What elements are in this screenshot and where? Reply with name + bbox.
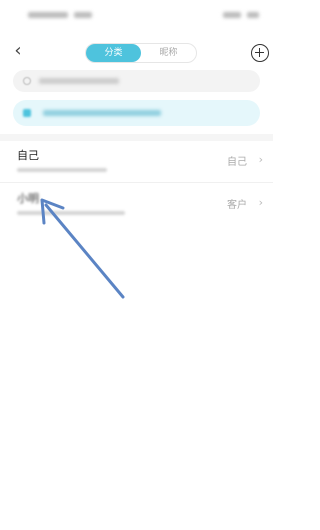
add-contact-button[interactable] [251,44,269,62]
back-button[interactable]: ‹ [8,40,28,62]
system-icons [223,11,259,20]
contact-subtitle [17,166,107,174]
chevron-right-icon: › [258,196,263,209]
nav-bar: ‹ 分类 昵称 [0,36,273,68]
segmented-control: 分类 昵称 [85,43,197,63]
notice-text [43,109,161,118]
section-divider [0,134,273,141]
chevron-left-icon: ‹ [14,40,22,61]
contact-name: 小明 [17,192,39,205]
carrier-info [28,11,92,20]
search-placeholder [39,77,119,86]
status-bar [0,0,273,30]
contact-row-self[interactable]: 自己 自己 › [0,141,273,183]
contact-subtitle [17,209,125,217]
contact-category-tag: 自己 [227,157,247,168]
contact-name: 自己 [17,149,39,162]
speaker-icon [23,109,31,117]
search-icon [23,77,31,85]
tab-category[interactable]: 分类 [86,44,141,62]
contact-row-xiaoming[interactable]: 小明 客户 › [0,184,273,226]
tab-nickname[interactable]: 昵称 [141,44,196,62]
chevron-right-icon: › [258,153,263,166]
search-input[interactable] [13,70,260,92]
notice-banner[interactable] [13,100,260,126]
contact-category-tag: 客户 [227,200,247,211]
empty-list-area [0,226,273,530]
